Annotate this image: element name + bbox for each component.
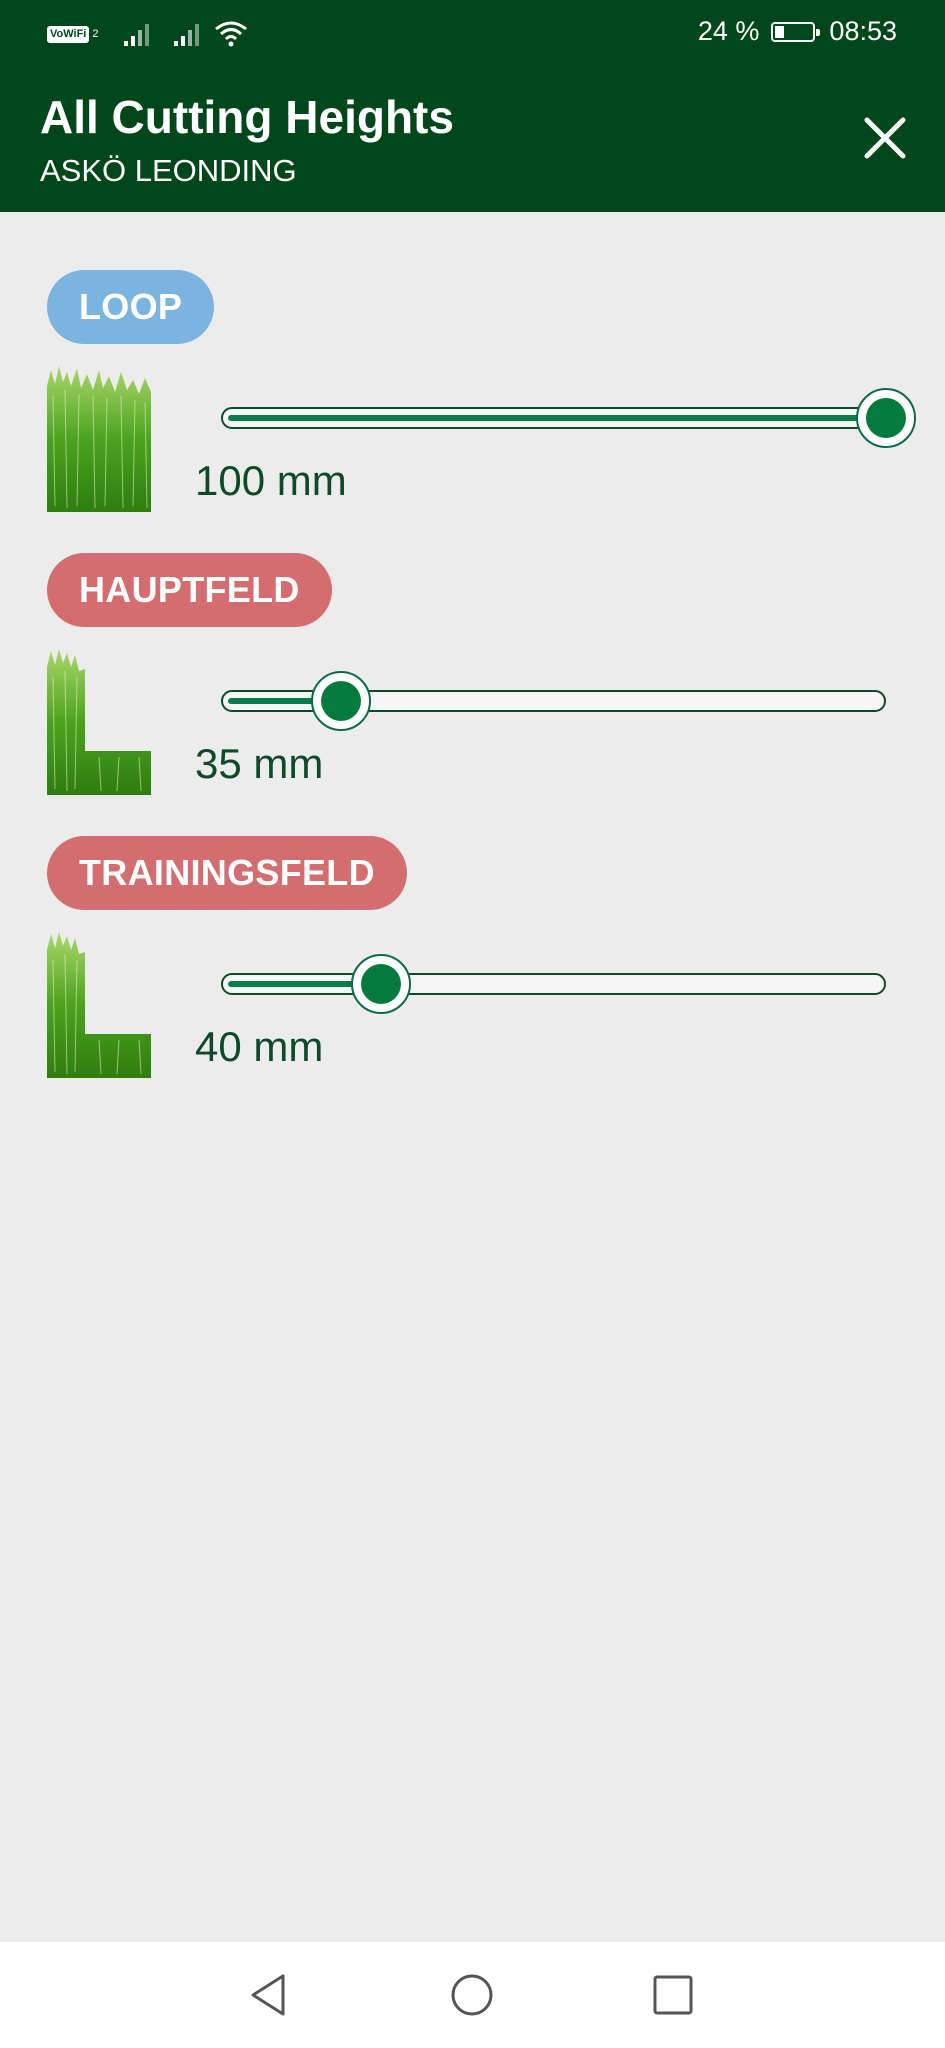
cutting-height-slider[interactable] [221,388,916,448]
app-bar: All Cutting Heights ASKÖ LEONDING [0,66,945,212]
field-loop: LOOP 100 mm [47,270,916,530]
signal-icon [174,24,200,46]
field-hauptfeld: HAUPTFELD 35 mm [47,553,907,813]
page-title: All Cutting Heights [40,91,454,143]
vowifi-sim-index: 2 [92,28,99,40]
slider-track [221,407,886,429]
close-button[interactable] [855,108,915,168]
clock: 08:53 [829,16,897,46]
signal-icon [124,24,150,46]
grass-short-icon [47,649,151,795]
cutting-height-slider[interactable] [221,671,886,731]
field-label-chip: LOOP [47,270,215,344]
field-trainingsfeld: TRAININGSFELD 40 mm [47,836,907,1096]
battery-percent: 24 % [697,16,760,46]
field-label-chip: TRAININGSFELD [47,836,407,910]
home-button[interactable] [447,1970,497,2020]
recents-button[interactable] [648,1970,698,2020]
status-right: 24 % 08:53 [698,16,897,47]
home-circle-icon [451,1974,493,2016]
slider-track [221,973,886,995]
close-icon [864,117,906,159]
cutting-height-value: 40 mm [195,1023,324,1070]
slider-thumb[interactable] [310,671,371,731]
slider-fill [228,415,885,421]
cutting-height-slider[interactable] [221,954,886,1014]
back-button[interactable] [245,1970,295,2020]
wifi-icon [215,21,248,47]
slider-thumb[interactable] [856,388,916,448]
recents-square-icon [653,1975,693,2015]
grass-short-icon [47,932,151,1078]
battery-level [775,25,785,38]
status-left: VoWiFi 2 [47,20,248,48]
system-nav-bar [0,1942,945,2048]
cutting-height-value: 100 mm [195,457,347,504]
back-triangle-icon [251,1974,285,2016]
slider-thumb[interactable] [350,954,411,1014]
cutting-height-value: 35 mm [195,740,324,787]
status-bar: VoWiFi 2 24 % 08:53 [0,0,945,66]
page-subtitle: ASKÖ LEONDING [40,153,297,188]
grass-tall-icon [47,366,151,512]
vowifi-badge: VoWiFi [47,25,90,43]
field-label-chip: HAUPTFELD [47,553,332,627]
battery-icon [771,21,821,42]
